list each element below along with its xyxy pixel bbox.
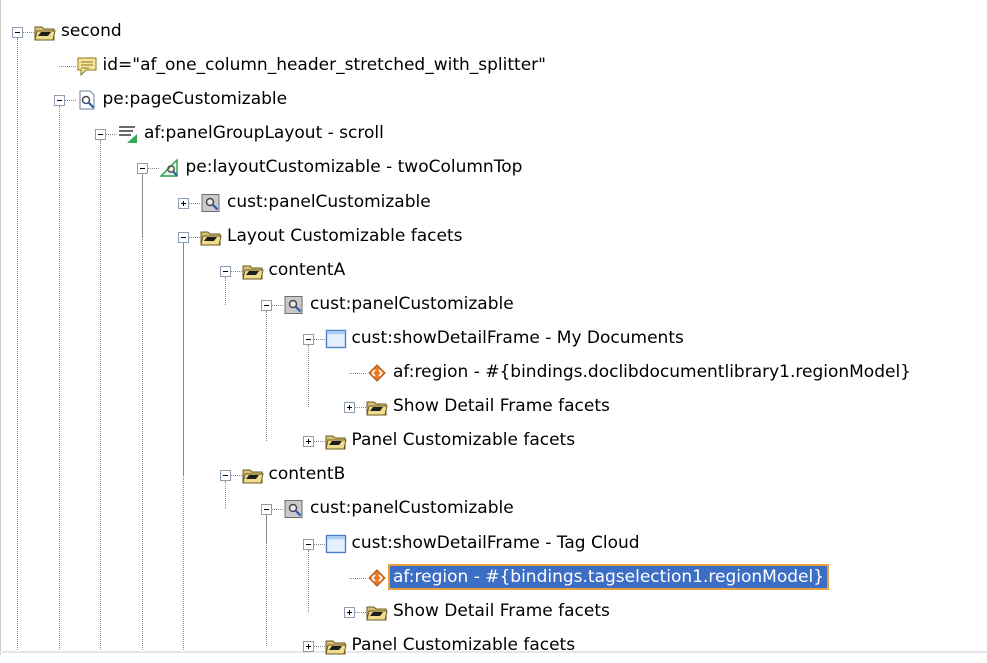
tree-node[interactable]: Layout Customizable facets — [0, 220, 987, 254]
tree-node-label[interactable]: af:region - #{bindings.doclibdocumentlib… — [390, 361, 914, 383]
tree-node[interactable]: af:region - #{bindings.doclibdocumentlib… — [0, 356, 987, 390]
tree-node-label[interactable]: cust:panelCustomizable — [224, 191, 434, 213]
tree-node[interactable]: cust:panelCustomizable — [0, 186, 987, 220]
tree-node-label[interactable]: pe:pageCustomizable — [100, 88, 291, 110]
expand-toggle[interactable] — [302, 640, 314, 652]
show-detail-frame-icon — [325, 534, 347, 554]
tree-node-label[interactable]: Panel Customizable facets — [349, 634, 579, 656]
folder-icon — [34, 22, 56, 42]
tree-node-label[interactable]: id="af_one_column_header_stretched_with_… — [100, 54, 549, 76]
tree-node[interactable]: pe:pageCustomizable — [0, 83, 987, 117]
tree-node-label[interactable]: af:panelGroupLayout - scroll — [141, 122, 387, 144]
tree-node[interactable]: cust:panelCustomizable — [0, 492, 987, 526]
collapse-toggle[interactable] — [261, 299, 272, 311]
collapse-toggle[interactable] — [95, 129, 106, 141]
collapse-toggle[interactable] — [178, 231, 189, 243]
tree-node[interactable]: second — [0, 15, 987, 49]
folder-icon — [200, 227, 222, 247]
tree-node-label[interactable]: Layout Customizable facets — [224, 225, 466, 247]
collapse-toggle[interactable] — [12, 27, 23, 38]
tree-node[interactable]: contentA — [0, 254, 987, 288]
collapse-toggle[interactable] — [302, 333, 314, 345]
tree-node[interactable]: cust:showDetailFrame - My Documents — [0, 322, 987, 356]
folder-icon — [324, 636, 347, 656]
tree-node-label[interactable]: cust:showDetailFrame - My Documents — [349, 327, 687, 349]
tree-node-label[interactable]: contentB — [266, 463, 349, 485]
tree-node[interactable]: Panel Customizable facets — [0, 629, 987, 663]
region-icon — [366, 363, 388, 383]
tree-node[interactable]: Show Detail Frame facets — [0, 390, 987, 424]
collapse-toggle[interactable] — [219, 265, 231, 277]
folder-icon — [366, 397, 388, 417]
tree-node-label[interactable]: second — [58, 20, 125, 42]
folder-icon — [366, 602, 388, 622]
tree-node[interactable]: pe:layoutCustomizable - twoColumnTop — [0, 151, 987, 185]
tree-node[interactable]: contentB — [0, 458, 987, 492]
region-icon — [366, 568, 388, 588]
folder-icon — [241, 465, 264, 485]
layout-customizable-icon — [158, 158, 181, 178]
customizable-page-icon — [76, 90, 98, 110]
tree-node[interactable]: cust:showDetailFrame - Tag Cloud — [0, 527, 987, 561]
tree-node[interactable]: Show Detail Frame facets — [0, 595, 987, 629]
collapse-toggle[interactable] — [261, 504, 272, 516]
tree-node-label[interactable]: contentA — [266, 259, 349, 281]
expand-toggle[interactable] — [344, 606, 355, 618]
tree-node[interactable]: af:region - #{bindings.tagselection1.reg… — [0, 561, 987, 595]
tree-node[interactable]: cust:panelCustomizable — [0, 288, 987, 322]
panel-customizable-icon — [283, 295, 305, 315]
tree-node[interactable]: id="af_one_column_header_stretched_with_… — [0, 49, 987, 83]
folder-icon — [324, 431, 347, 451]
collapse-toggle[interactable] — [136, 163, 148, 175]
tree-node-label[interactable]: Panel Customizable facets — [349, 429, 579, 451]
tree-node[interactable]: Panel Customizable facets — [0, 424, 987, 458]
collapse-toggle[interactable] — [219, 470, 231, 482]
tree-node-label[interactable]: Show Detail Frame facets — [390, 600, 613, 622]
collapse-toggle[interactable] — [53, 95, 65, 107]
expand-toggle[interactable] — [178, 197, 189, 209]
tree-node-label[interactable]: Show Detail Frame facets — [390, 395, 613, 417]
panel-group-layout-icon — [117, 124, 139, 144]
expand-toggle[interactable] — [344, 402, 355, 414]
tree-node-label[interactable]: af:region - #{bindings.tagselection1.reg… — [387, 563, 830, 590]
collapse-toggle[interactable] — [302, 538, 314, 550]
tree-node-label[interactable]: cust:panelCustomizable — [307, 293, 517, 315]
tree-node-label[interactable]: cust:showDetailFrame - Tag Cloud — [349, 532, 643, 554]
tree-node[interactable]: af:panelGroupLayout - scroll — [0, 117, 987, 151]
structure-tree[interactable]: second id="af_one_column_header_stretched… — [0, 0, 987, 655]
panel-customizable-icon — [200, 193, 222, 213]
comment-icon — [76, 56, 98, 77]
panel-customizable-icon — [283, 499, 305, 519]
show-detail-frame-icon — [325, 329, 347, 349]
folder-icon — [241, 261, 264, 281]
tree-node-label[interactable]: pe:layoutCustomizable - twoColumnTop — [183, 156, 526, 178]
expand-toggle[interactable] — [302, 436, 314, 448]
tree-node-label[interactable]: cust:panelCustomizable — [307, 497, 517, 519]
